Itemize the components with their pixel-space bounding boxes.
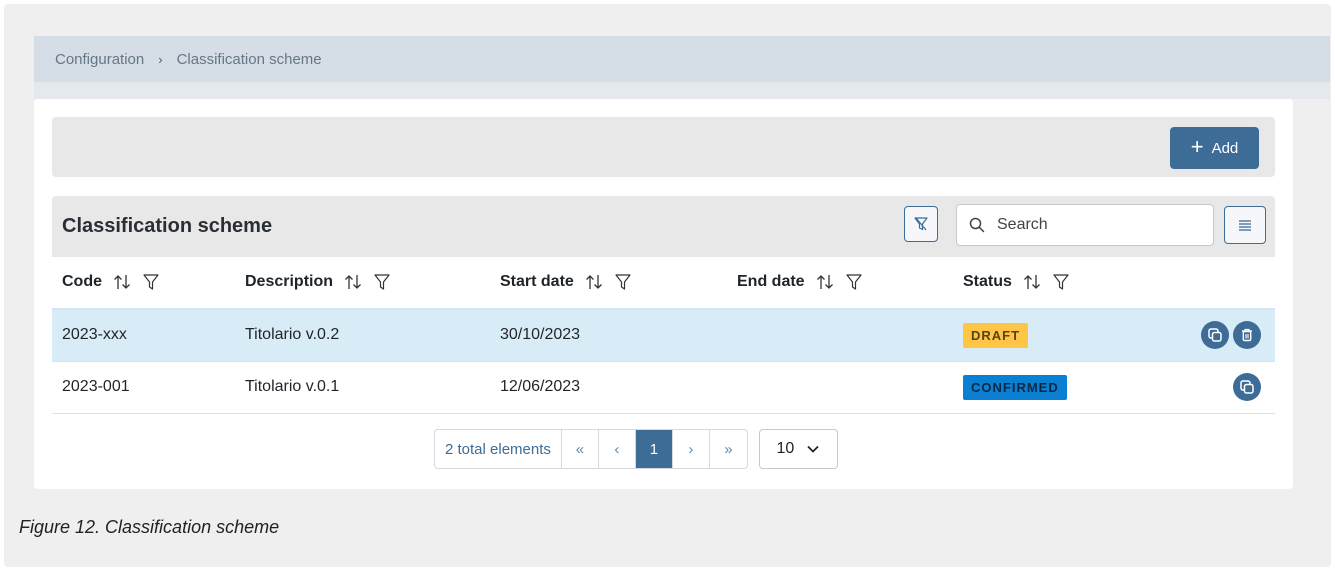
sort-icon[interactable] <box>1022 273 1042 291</box>
breadcrumb-item-configuration[interactable]: Configuration <box>55 51 144 68</box>
list-icon <box>1239 220 1251 231</box>
filter-icon[interactable] <box>614 273 632 291</box>
column-code: Code <box>52 257 235 310</box>
search-box <box>956 204 1214 246</box>
table-header-row: Code Description Start date End date Sta… <box>52 257 1275 310</box>
table-row[interactable]: 2023-001 Titolario v.0.1 12/06/2023 CONF… <box>52 361 1275 414</box>
cell-description: Titolario v.0.2 <box>235 309 490 362</box>
trash-icon <box>1242 329 1252 342</box>
search-input[interactable] <box>995 215 1195 235</box>
plus-icon: + <box>1190 134 1204 159</box>
copy-icon <box>1240 380 1254 394</box>
sort-icon[interactable] <box>815 273 835 291</box>
search-icon <box>969 217 985 233</box>
add-button-label: Add <box>1211 139 1239 157</box>
table-header-bar: Classification scheme <box>52 196 1275 257</box>
filter-icon[interactable] <box>845 273 863 291</box>
filter-icon[interactable] <box>1052 273 1070 291</box>
cell-status: DRAFT <box>953 309 1113 362</box>
table-title: Classification scheme <box>62 215 273 237</box>
last-page-button[interactable]: » <box>710 430 747 468</box>
figure-caption: Figure 12. Classification scheme <box>19 517 280 537</box>
status-badge: CONFIRMED <box>963 374 1067 400</box>
page-size-value: 10 <box>776 440 795 457</box>
header-band <box>34 82 1330 99</box>
sort-icon[interactable] <box>343 273 363 291</box>
filter-slash-icon <box>914 217 928 231</box>
status-badge: DRAFT <box>963 322 1029 348</box>
cell-code: 2023-xxx <box>52 309 235 362</box>
delete-button[interactable] <box>1233 321 1261 350</box>
filter-icon[interactable] <box>373 273 391 291</box>
cell-start-date: 30/10/2023 <box>490 309 727 362</box>
chevron-right-icon: › <box>688 440 694 458</box>
prev-page-button[interactable]: ‹ <box>599 430 636 468</box>
pagination: 2 total elements « ‹ 1 › » 10 <box>434 429 838 469</box>
content-card: + Add Classification scheme Search Code … <box>34 99 1293 489</box>
cell-end-date <box>727 309 953 362</box>
column-start-date: Start date <box>490 257 727 310</box>
column-actions <box>1113 257 1275 310</box>
chevron-down-icon <box>807 445 819 453</box>
breadcrumb-item-classification-scheme: Classification scheme <box>176 50 322 68</box>
toolbar: + Add <box>52 117 1275 177</box>
pagination-controls: 2 total elements « ‹ 1 › » <box>434 429 748 469</box>
page-size-select[interactable]: 10 <box>758 429 838 469</box>
column-description: Description <box>235 257 490 310</box>
first-page-button[interactable]: « <box>562 430 599 468</box>
copy-icon <box>1208 328 1222 342</box>
cell-status: CONFIRMED <box>953 361 1113 414</box>
column-menu-button[interactable] <box>1224 206 1266 244</box>
cell-actions <box>1113 309 1275 362</box>
table-row[interactable]: 2023-xxx Titolario v.0.2 30/10/2023 DRAF… <box>52 309 1275 362</box>
double-chevron-right-icon: » <box>724 440 733 458</box>
column-end-date: End date <box>727 257 953 310</box>
total-elements-label: 2 total elements <box>435 430 562 468</box>
page-1-button[interactable]: 1 <box>635 430 673 468</box>
breadcrumb: Configuration › Classification scheme <box>34 36 1330 82</box>
copy-button[interactable] <box>1201 321 1229 350</box>
sort-icon[interactable] <box>112 273 132 291</box>
clear-filter-button[interactable] <box>904 206 938 242</box>
chevron-left-icon: ‹ <box>614 440 620 458</box>
cell-start-date: 12/06/2023 <box>490 361 727 414</box>
double-chevron-left-icon: « <box>575 440 585 458</box>
filter-icon[interactable] <box>142 273 160 291</box>
sort-icon[interactable] <box>584 273 604 291</box>
cell-end-date <box>727 361 953 414</box>
breadcrumb-separator-icon: › <box>158 51 163 67</box>
cell-actions <box>1113 361 1275 414</box>
column-status: Status <box>953 257 1113 310</box>
add-button[interactable]: + Add <box>1170 127 1259 169</box>
cell-code: 2023-001 <box>52 361 235 414</box>
next-page-button[interactable]: › <box>673 430 710 468</box>
classification-table: Code Description Start date End date Sta… <box>52 257 1275 414</box>
cell-description: Titolario v.0.1 <box>235 361 490 414</box>
copy-button[interactable] <box>1233 373 1261 401</box>
